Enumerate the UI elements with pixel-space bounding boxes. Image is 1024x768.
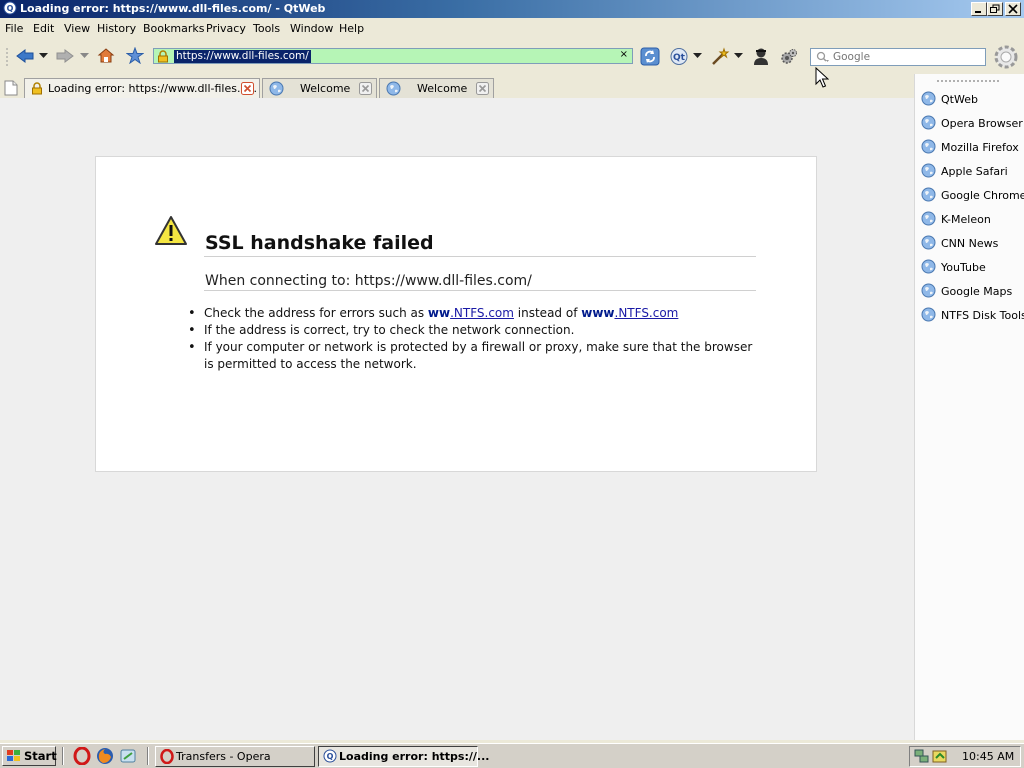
search-icon <box>816 51 830 63</box>
menu-file[interactable]: File <box>5 22 23 35</box>
globe-icon <box>386 81 401 96</box>
network-tray-icon[interactable] <box>914 749 930 764</box>
title-bar[interactable]: Q Loading error: https://www.dll-files.c… <box>0 0 1024 18</box>
navigation-toolbar: https://www.dll-files.com/ × Qt <box>0 40 1024 74</box>
globe-icon <box>921 163 936 178</box>
taskbar-separator <box>147 747 149 765</box>
menu-bookmarks[interactable]: Bookmarks <box>143 22 204 35</box>
close-tab-icon[interactable] <box>359 82 372 95</box>
globe-icon <box>269 81 284 96</box>
taskbar: Start Transfers - Opera Q Loading error:… <box>0 743 1024 768</box>
close-tab-icon[interactable] <box>476 82 489 95</box>
start-button[interactable]: Start <box>2 746 57 766</box>
globe-icon <box>921 187 936 202</box>
magic-wand-button[interactable] <box>710 47 730 66</box>
qtweb-icon: Q <box>3 1 17 15</box>
globe-icon <box>921 211 936 226</box>
tab-label: Loading error: https://www.dll-files.c..… <box>48 82 258 95</box>
globe-icon <box>921 115 936 130</box>
globe-icon <box>921 235 936 250</box>
firefox-quicklaunch-icon[interactable] <box>96 747 114 765</box>
lock-icon <box>157 50 169 63</box>
forward-button[interactable] <box>55 48 75 64</box>
app-quicklaunch-icon[interactable] <box>119 747 137 765</box>
close-window-button[interactable] <box>1005 2 1021 16</box>
list-item: Check the address for errors such as ww.… <box>188 305 764 322</box>
svg-text:Q: Q <box>327 752 334 761</box>
home-button[interactable] <box>97 47 115 64</box>
taskbar-separator <box>62 747 64 765</box>
tab-welcome-2[interactable]: Welcome <box>379 78 494 98</box>
preferences-gear-icon[interactable] <box>993 44 1019 70</box>
tab-welcome-1[interactable]: Welcome <box>262 78 377 98</box>
settings-gears-button[interactable] <box>779 47 799 66</box>
menu-history[interactable]: History <box>97 22 136 35</box>
toolbar-grip-icon <box>6 48 9 66</box>
error-subtitle: When connecting to: https://www.dll-file… <box>205 273 532 289</box>
globe-icon <box>921 91 936 106</box>
qtweb-menu-dropdown-icon[interactable] <box>693 53 702 59</box>
opera-icon <box>160 749 174 764</box>
window-title: Loading error: https://www.dll-files.com… <box>20 2 326 15</box>
menu-tools[interactable]: Tools <box>253 22 280 35</box>
task-opera-transfers[interactable]: Transfers - Opera <box>155 746 315 767</box>
menu-help[interactable]: Help <box>339 22 364 35</box>
example-link-wrong[interactable]: ww.NTFS.com <box>428 306 514 320</box>
tab-label: Welcome <box>417 82 468 95</box>
globe-icon <box>921 307 936 322</box>
address-bar[interactable]: https://www.dll-files.com/ × <box>153 48 633 64</box>
bookmark-star-button[interactable] <box>126 47 144 64</box>
windows-logo-icon <box>6 749 22 763</box>
page-content: SSL handshake failed When connecting to:… <box>0 98 914 740</box>
menu-view[interactable]: View <box>64 22 90 35</box>
globe-icon <box>921 283 936 298</box>
lock-icon <box>31 82 43 95</box>
mouse-cursor-icon <box>815 67 829 89</box>
list-item: If your computer or network is protected… <box>188 339 764 373</box>
globe-icon <box>921 139 936 154</box>
system-tray: 10:45 AM <box>909 746 1021 767</box>
divider <box>204 256 756 257</box>
error-title: SSL handshake failed <box>205 232 434 254</box>
reload-button[interactable] <box>640 47 660 66</box>
forward-history-dropdown-icon[interactable] <box>80 53 89 59</box>
panel-grip[interactable] <box>937 80 999 82</box>
tab-label: Welcome <box>300 82 351 95</box>
list-item: If the address is correct, try to check … <box>188 322 764 339</box>
menu-bar: File Edit View History Bookmarks Privacy… <box>0 18 1024 40</box>
search-box[interactable] <box>810 48 986 66</box>
divider <box>204 290 756 291</box>
back-button[interactable] <box>15 48 35 64</box>
privacy-spy-button[interactable] <box>751 46 771 66</box>
address-url[interactable]: https://www.dll-files.com/ <box>174 50 311 63</box>
minimize-button[interactable] <box>971 2 987 16</box>
close-tab-icon[interactable] <box>241 82 254 95</box>
transfer-tray-icon[interactable] <box>932 749 948 764</box>
clear-address-icon[interactable]: × <box>620 49 628 60</box>
tab-loading-error[interactable]: Loading error: https://www.dll-files.c..… <box>24 78 260 98</box>
globe-icon <box>921 259 936 274</box>
svg-text:Qt: Qt <box>673 53 686 63</box>
tools-dropdown-icon[interactable] <box>734 53 743 59</box>
back-history-dropdown-icon[interactable] <box>39 53 48 59</box>
error-suggestions-list: Check the address for errors such as ww.… <box>188 305 764 373</box>
clock: 10:45 AM <box>962 750 1015 763</box>
menu-privacy[interactable]: Privacy <box>206 22 246 35</box>
tab-bar: Loading error: https://www.dll-files.c..… <box>0 74 914 98</box>
bookmarks-sidebar: QtWeb Opera Browser Mozilla Firefox Appl… <box>914 74 1024 740</box>
search-input[interactable] <box>833 50 981 64</box>
qtweb-menu-button[interactable]: Qt <box>669 47 689 66</box>
example-link-correct[interactable]: www.NTFS.com <box>581 306 678 320</box>
error-panel: SSL handshake failed When connecting to:… <box>95 156 817 472</box>
menu-edit[interactable]: Edit <box>33 22 54 35</box>
qtweb-icon: Q <box>323 749 337 763</box>
warning-icon <box>154 215 188 247</box>
menu-window[interactable]: Window <box>290 22 333 35</box>
opera-quicklaunch-icon[interactable] <box>73 747 91 765</box>
svg-text:Q: Q <box>7 4 14 13</box>
new-tab-button[interactable] <box>4 80 18 96</box>
restore-button[interactable] <box>987 2 1003 16</box>
task-qtweb-loading-error[interactable]: Q Loading error: https://... <box>318 746 489 767</box>
